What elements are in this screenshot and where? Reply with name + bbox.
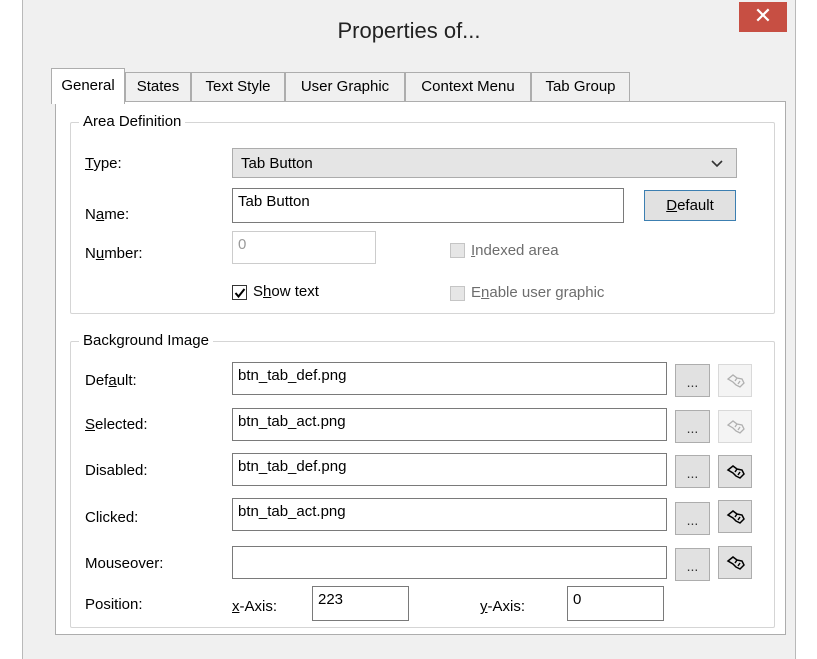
brush-icon: [726, 374, 745, 388]
show-text-label: Show text: [253, 283, 319, 300]
number-field: 0: [232, 231, 376, 264]
type-label: Type:: [85, 155, 122, 172]
window-title: Properties of...: [337, 18, 481, 43]
brush-icon: [726, 465, 745, 479]
selected-image-label: Selected:: [85, 416, 148, 433]
general-tab-page: Area Definition Type: Tab Button Name: T…: [55, 101, 786, 635]
close-button[interactable]: ✕: [739, 2, 787, 32]
default-button[interactable]: Default: [644, 190, 736, 221]
brush-icon: [726, 556, 745, 570]
clicked-image-label: Clicked:: [85, 509, 139, 526]
tab-text-style[interactable]: Text Style: [191, 72, 285, 102]
y-axis-label: y-Axis:: [480, 598, 525, 615]
indexed-area-checkbox: [450, 243, 465, 258]
name-label: Name:: [85, 206, 130, 223]
y-axis-field[interactable]: 0: [567, 586, 664, 621]
disabled-image-edit-button[interactable]: [718, 455, 752, 488]
mouseover-image-browse-button[interactable]: ...: [675, 548, 710, 581]
chevron-down-icon: [711, 160, 723, 168]
mouseover-image-field[interactable]: [232, 546, 667, 579]
default-image-browse-button[interactable]: ...: [675, 364, 710, 397]
default-image-edit-button: [718, 364, 752, 397]
indexed-area-label: Indexed area: [471, 242, 559, 259]
default-image-field[interactable]: btn_tab_def.png: [232, 362, 667, 395]
selected-image-browse-button[interactable]: ...: [675, 410, 710, 443]
disabled-image-label: Disabled:: [85, 462, 148, 479]
brush-icon: [726, 510, 745, 524]
tab-user-graphic[interactable]: User Graphic: [285, 72, 405, 102]
type-dropdown-value: Tab Button: [241, 155, 313, 172]
background-image-group: Background Image Default: btn_tab_def.pn…: [70, 332, 775, 628]
selected-image-edit-button: [718, 410, 752, 443]
type-dropdown[interactable]: Tab Button: [232, 148, 737, 178]
mouseover-image-label: Mouseover:: [85, 555, 164, 572]
tab-general[interactable]: General: [51, 68, 125, 104]
clicked-image-edit-button[interactable]: [718, 500, 752, 533]
enable-user-graphic-checkbox: [450, 286, 465, 301]
position-label: Position:: [85, 596, 143, 613]
x-axis-label: x-Axis:: [232, 598, 277, 615]
number-label: Number:: [85, 245, 143, 262]
selected-image-field[interactable]: btn_tab_act.png: [232, 408, 667, 441]
checkmark-icon: [234, 288, 246, 299]
x-axis-field[interactable]: 223: [312, 586, 409, 621]
enable-user-graphic-label: Enable user graphic: [471, 284, 605, 301]
background-image-label: Background Image: [79, 332, 213, 350]
title-bar: Properties of... ✕: [23, 0, 795, 64]
disabled-image-browse-button[interactable]: ...: [675, 455, 710, 488]
clicked-image-field[interactable]: btn_tab_act.png: [232, 498, 667, 531]
default-image-label: Default:: [85, 372, 137, 389]
tab-tab-group[interactable]: Tab Group: [531, 72, 630, 102]
name-field[interactable]: Tab Button: [232, 188, 624, 223]
disabled-image-field[interactable]: btn_tab_def.png: [232, 453, 667, 486]
tab-states[interactable]: States: [125, 72, 191, 102]
clicked-image-browse-button[interactable]: ...: [675, 502, 710, 535]
show-text-checkbox[interactable]: [232, 285, 247, 300]
area-definition-group: Area Definition Type: Tab Button Name: T…: [70, 113, 775, 314]
area-definition-label: Area Definition: [79, 113, 186, 131]
properties-dialog: Properties of... ✕ General States Text S…: [22, 0, 796, 659]
tab-context-menu[interactable]: Context Menu: [405, 72, 531, 102]
mouseover-image-edit-button[interactable]: [718, 546, 752, 579]
brush-icon: [726, 420, 745, 434]
